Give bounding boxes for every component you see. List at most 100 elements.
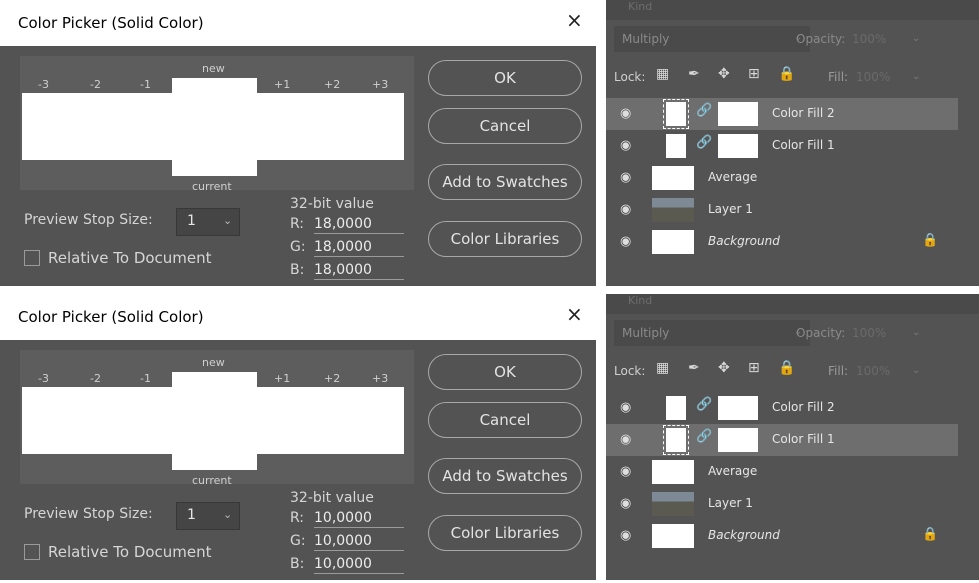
- eye-icon[interactable]: ◉: [620, 496, 631, 511]
- screenshot-panel-bottom: Color Picker (Solid Color) × -3 -2 -1 +1…: [0, 294, 979, 580]
- layer-row-background[interactable]: ◉ Background 🔒: [606, 226, 958, 258]
- layer-thumbnail: [652, 166, 694, 190]
- lock-icon: 🔒: [922, 233, 939, 248]
- preview-stop-size-select[interactable]: 1 ⌄: [176, 208, 240, 236]
- lock-position-icon[interactable]: ✥: [718, 66, 730, 82]
- chevron-down-icon[interactable]: ⌄: [912, 365, 920, 376]
- layers-filter-bar: Kind: [606, 0, 979, 20]
- layer-row-color-fill-1[interactable]: ◉ 🔗 Color Fill 1: [606, 130, 958, 162]
- g-value-field[interactable]: 18,0000: [314, 239, 404, 257]
- dialog-titlebar: Color Picker (Solid Color) ×: [0, 294, 596, 340]
- add-to-swatches-button[interactable]: Add to Swatches: [428, 458, 582, 494]
- preview-stop-size-label: Preview Stop Size:: [24, 212, 153, 228]
- link-chain-icon[interactable]: 🔗: [696, 397, 712, 412]
- layer-thumbnail: [663, 425, 689, 455]
- layer-name: Color Fill 2: [772, 400, 835, 414]
- opacity-value[interactable]: 100%: [852, 326, 886, 340]
- preview-stops-right[interactable]: [257, 93, 404, 160]
- layer-row-color-fill-2[interactable]: ◉ 🔗 Color Fill 2: [606, 98, 958, 130]
- eye-icon[interactable]: ◉: [620, 400, 631, 415]
- relative-to-document-label: Relative To Document: [48, 543, 212, 561]
- ok-button[interactable]: OK: [428, 354, 582, 390]
- layer-row-layer-1[interactable]: ◉ Layer 1: [606, 488, 958, 520]
- layer-row-layer-1[interactable]: ◉ Layer 1: [606, 194, 958, 226]
- eye-icon[interactable]: ◉: [620, 202, 631, 217]
- relative-to-document-checkbox[interactable]: [24, 544, 40, 560]
- link-chain-icon[interactable]: 🔗: [696, 429, 712, 444]
- layer-row-color-fill-1[interactable]: ◉ 🔗 Color Fill 1: [606, 424, 958, 456]
- layer-name: Color Fill 1: [772, 138, 835, 152]
- layer-thumbnail: [652, 492, 694, 516]
- chevron-down-icon[interactable]: ⌄: [912, 327, 920, 338]
- preview-stops-left[interactable]: [22, 93, 172, 160]
- cancel-button[interactable]: Cancel: [428, 402, 582, 438]
- layer-row-average[interactable]: ◉ Average: [606, 456, 958, 488]
- lock-image-pixels-icon[interactable]: ✒: [688, 66, 700, 82]
- dialog-title: Color Picker (Solid Color): [18, 308, 204, 326]
- preview-stops-left[interactable]: [22, 387, 172, 454]
- eye-icon[interactable]: ◉: [620, 106, 631, 121]
- eye-icon[interactable]: ◉: [620, 528, 631, 543]
- relative-to-document-checkbox[interactable]: [24, 250, 40, 266]
- b-value-field[interactable]: 10,0000: [314, 556, 404, 574]
- lock-label: Lock:: [614, 70, 646, 84]
- blend-mode-select[interactable]: Multiply ⌄: [614, 320, 810, 346]
- eye-icon[interactable]: ◉: [620, 170, 631, 185]
- g-label: G:: [290, 239, 306, 255]
- chevron-down-icon: ⌄: [223, 214, 233, 227]
- cancel-button[interactable]: Cancel: [428, 108, 582, 144]
- new-current-swatch[interactable]: [172, 78, 257, 176]
- close-icon[interactable]: ×: [566, 10, 583, 30]
- close-icon[interactable]: ×: [566, 304, 583, 324]
- filter-kind-label[interactable]: Kind: [628, 0, 652, 13]
- eye-icon[interactable]: ◉: [620, 138, 631, 153]
- color-picker-dialog: Color Picker (Solid Color) × -3 -2 -1 +1…: [0, 294, 596, 580]
- add-to-swatches-button[interactable]: Add to Swatches: [428, 164, 582, 200]
- blend-mode-select[interactable]: Multiply ⌄: [614, 26, 810, 52]
- fill-value[interactable]: 100%: [856, 70, 890, 84]
- lock-transparent-pixels-icon[interactable]: ▦: [656, 66, 669, 82]
- relative-to-document-label: Relative To Document: [48, 249, 212, 267]
- r-value-field[interactable]: 18,0000: [314, 216, 404, 234]
- layer-thumbnail: [652, 524, 694, 548]
- layers-filter-bar: Kind: [606, 294, 979, 314]
- layer-row-color-fill-2[interactable]: ◉ 🔗 Color Fill 2: [606, 392, 958, 424]
- fill-value[interactable]: 100%: [856, 364, 890, 378]
- eye-icon[interactable]: ◉: [620, 234, 631, 249]
- r-value-field[interactable]: 10,0000: [314, 510, 404, 528]
- lock-all-icon[interactable]: 🔒: [778, 66, 795, 82]
- stop-label: +2: [324, 78, 341, 91]
- color-preview-area: -3 -2 -1 +1 +2 +3 new current: [20, 56, 414, 193]
- g-value-field[interactable]: 10,0000: [314, 533, 404, 551]
- bit-value-label: 32-bit value: [290, 196, 374, 212]
- chevron-down-icon[interactable]: ⌄: [912, 33, 920, 44]
- lock-artboard-icon[interactable]: ⊞: [748, 66, 760, 82]
- b-value-field[interactable]: 18,0000: [314, 262, 404, 280]
- lock-position-icon[interactable]: ✥: [718, 360, 730, 376]
- layer-row-background[interactable]: ◉ Background 🔒: [606, 520, 958, 552]
- opacity-value[interactable]: 100%: [852, 32, 886, 46]
- lock-artboard-icon[interactable]: ⊞: [748, 360, 760, 376]
- lock-image-pixels-icon[interactable]: ✒: [688, 360, 700, 376]
- ok-button[interactable]: OK: [428, 60, 582, 96]
- panel-separator: [0, 286, 979, 294]
- opacity-label: Opacity:: [796, 326, 846, 340]
- preview-stops-right[interactable]: [257, 387, 404, 454]
- lock-transparent-pixels-icon[interactable]: ▦: [656, 360, 669, 376]
- chevron-down-icon[interactable]: ⌄: [912, 71, 920, 82]
- layer-mask-thumbnail: [718, 102, 758, 126]
- preview-stop-size-select[interactable]: 1 ⌄: [176, 502, 240, 530]
- new-current-swatch[interactable]: [172, 372, 257, 470]
- link-chain-icon[interactable]: 🔗: [696, 135, 712, 150]
- color-libraries-button[interactable]: Color Libraries: [428, 221, 582, 257]
- link-chain-icon[interactable]: 🔗: [696, 103, 712, 118]
- color-libraries-button[interactable]: Color Libraries: [428, 515, 582, 551]
- layer-row-average[interactable]: ◉ Average: [606, 162, 958, 194]
- eye-icon[interactable]: ◉: [620, 432, 631, 447]
- lock-all-icon[interactable]: 🔒: [778, 360, 795, 376]
- dialog-title: Color Picker (Solid Color): [18, 14, 204, 32]
- filter-kind-label[interactable]: Kind: [628, 294, 652, 307]
- color-preview-area: -3 -2 -1 +1 +2 +3 new current: [20, 350, 414, 487]
- eye-icon[interactable]: ◉: [620, 464, 631, 479]
- stop-label: -2: [90, 372, 101, 385]
